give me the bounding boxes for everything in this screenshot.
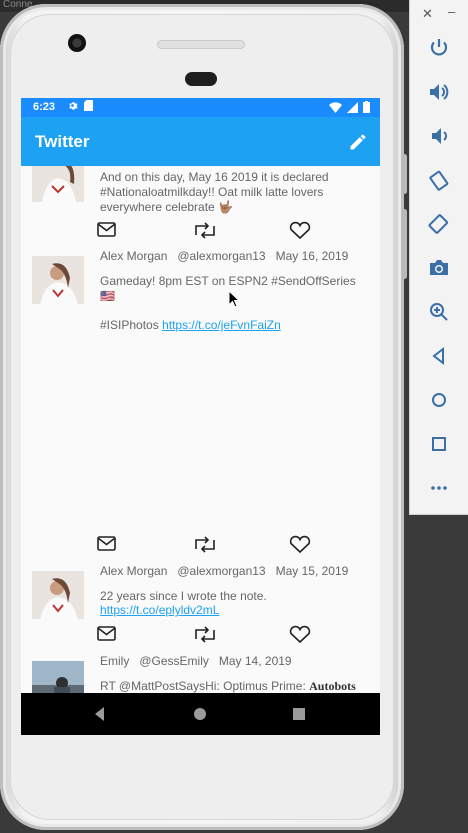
hashtag[interactable]: #ISIPhotos <box>100 318 159 332</box>
retweet-icon[interactable] <box>190 624 285 646</box>
tweet-meta: Alex Morgan @alexmorgan13 May 15, 2019 <box>100 564 348 578</box>
back-icon[interactable] <box>90 704 110 724</box>
signal-icon <box>347 101 358 113</box>
mail-icon[interactable] <box>95 220 190 242</box>
author-handle[interactable]: @GessEmily <box>139 654 209 668</box>
heart-icon[interactable] <box>285 220 380 242</box>
camera-icon[interactable] <box>427 256 451 280</box>
status-bar: 6:23 <box>21 98 380 117</box>
front-camera <box>68 34 86 52</box>
retweet-icon[interactable] <box>190 534 285 556</box>
app-bar: Twitter <box>21 117 380 166</box>
zoom-icon[interactable] <box>427 300 451 324</box>
overview-icon[interactable] <box>427 432 451 456</box>
author-handle[interactable]: @alexmorgan13 <box>177 564 265 578</box>
tweet-link[interactable]: https://t.co/jeFvnFaiZn <box>162 318 281 332</box>
side-button <box>402 209 407 279</box>
mail-icon[interactable] <box>95 624 190 646</box>
author-name[interactable]: Alex Morgan <box>100 564 167 578</box>
rotate-right-icon[interactable] <box>427 212 451 236</box>
tweet-date: May 14, 2019 <box>218 654 292 668</box>
tweet-feed[interactable]: And on this day, May 16 2019 it is decla… <box>21 166 380 693</box>
volume-up-icon[interactable] <box>427 80 451 104</box>
device-screen: 6:23 Twitter And on this day, May 16 201… <box>21 98 380 735</box>
avatar <box>32 571 84 619</box>
avatar <box>32 256 84 304</box>
rotate-left-icon[interactable] <box>427 168 451 192</box>
tweet-text-bold: Autobots <box>309 679 356 693</box>
heart-icon[interactable] <box>285 624 380 646</box>
tweet-text-line: RT @MattPostSaysHi: Optimus Prime: Autob… <box>100 679 370 693</box>
retweet-icon[interactable] <box>190 220 285 242</box>
author-name[interactable]: Alex Morgan <box>100 249 167 263</box>
tweet-actions <box>95 220 380 242</box>
author-name[interactable]: Emily <box>100 654 129 668</box>
earpiece-speaker <box>157 40 245 49</box>
close-icon[interactable]: ✕ <box>422 6 433 22</box>
proximity-sensor <box>185 72 217 86</box>
tweet-meta: Alex Morgan @alexmorgan13 May 16, 2019 <box>100 249 348 263</box>
tweet-date: May 15, 2019 <box>275 564 349 578</box>
heart-icon[interactable] <box>285 534 380 556</box>
tweet-meta: Emily @GessEmily May 14, 2019 <box>100 654 292 668</box>
more-icon[interactable] <box>427 476 451 500</box>
emulator-toolbar: ✕ – <box>409 0 468 515</box>
tweet-text-line2: #ISIPhotos https://t.co/jeFvnFaiZn <box>100 318 370 333</box>
home-icon[interactable] <box>190 704 210 724</box>
system-nav-bar <box>21 693 380 735</box>
sd-card-icon <box>84 100 93 111</box>
volume-down-icon[interactable] <box>427 124 451 148</box>
home-icon[interactable] <box>427 388 451 412</box>
tweet-date: May 16, 2019 <box>275 249 349 263</box>
battery-icon <box>363 101 370 113</box>
tweet-text: And on this day, May 16 2019 it is decla… <box>100 170 329 214</box>
avatar <box>32 661 84 693</box>
author-handle[interactable]: @alexmorgan13 <box>177 249 265 263</box>
mouse-cursor-icon <box>228 290 240 308</box>
minimize-icon[interactable]: – <box>448 4 455 19</box>
gear-icon <box>69 102 78 110</box>
recents-icon[interactable] <box>289 704 309 724</box>
back-icon[interactable] <box>427 344 451 368</box>
app-title: Twitter <box>35 132 90 151</box>
tweet-actions <box>95 534 380 556</box>
tweet-text: RT @MattPostSaysHi: Optimus Prime: <box>100 679 310 693</box>
tweet-link-line: https://t.co/eplyldv2mL <box>100 603 370 618</box>
status-time: 6:23 <box>33 101 56 113</box>
tweet-actions <box>95 624 380 646</box>
compose-icon[interactable] <box>348 132 368 152</box>
side-button <box>402 154 407 194</box>
phone-frame: 6:23 Twitter And on this day, May 16 201… <box>0 4 407 830</box>
power-icon[interactable] <box>427 36 451 60</box>
mail-icon[interactable] <box>95 534 190 556</box>
wifi-icon <box>329 101 342 113</box>
tweet-link[interactable]: https://t.co/eplyldv2mL <box>100 603 219 617</box>
tweet-text: 22 years since I wrote the note. <box>100 589 267 603</box>
avatar <box>32 166 84 202</box>
